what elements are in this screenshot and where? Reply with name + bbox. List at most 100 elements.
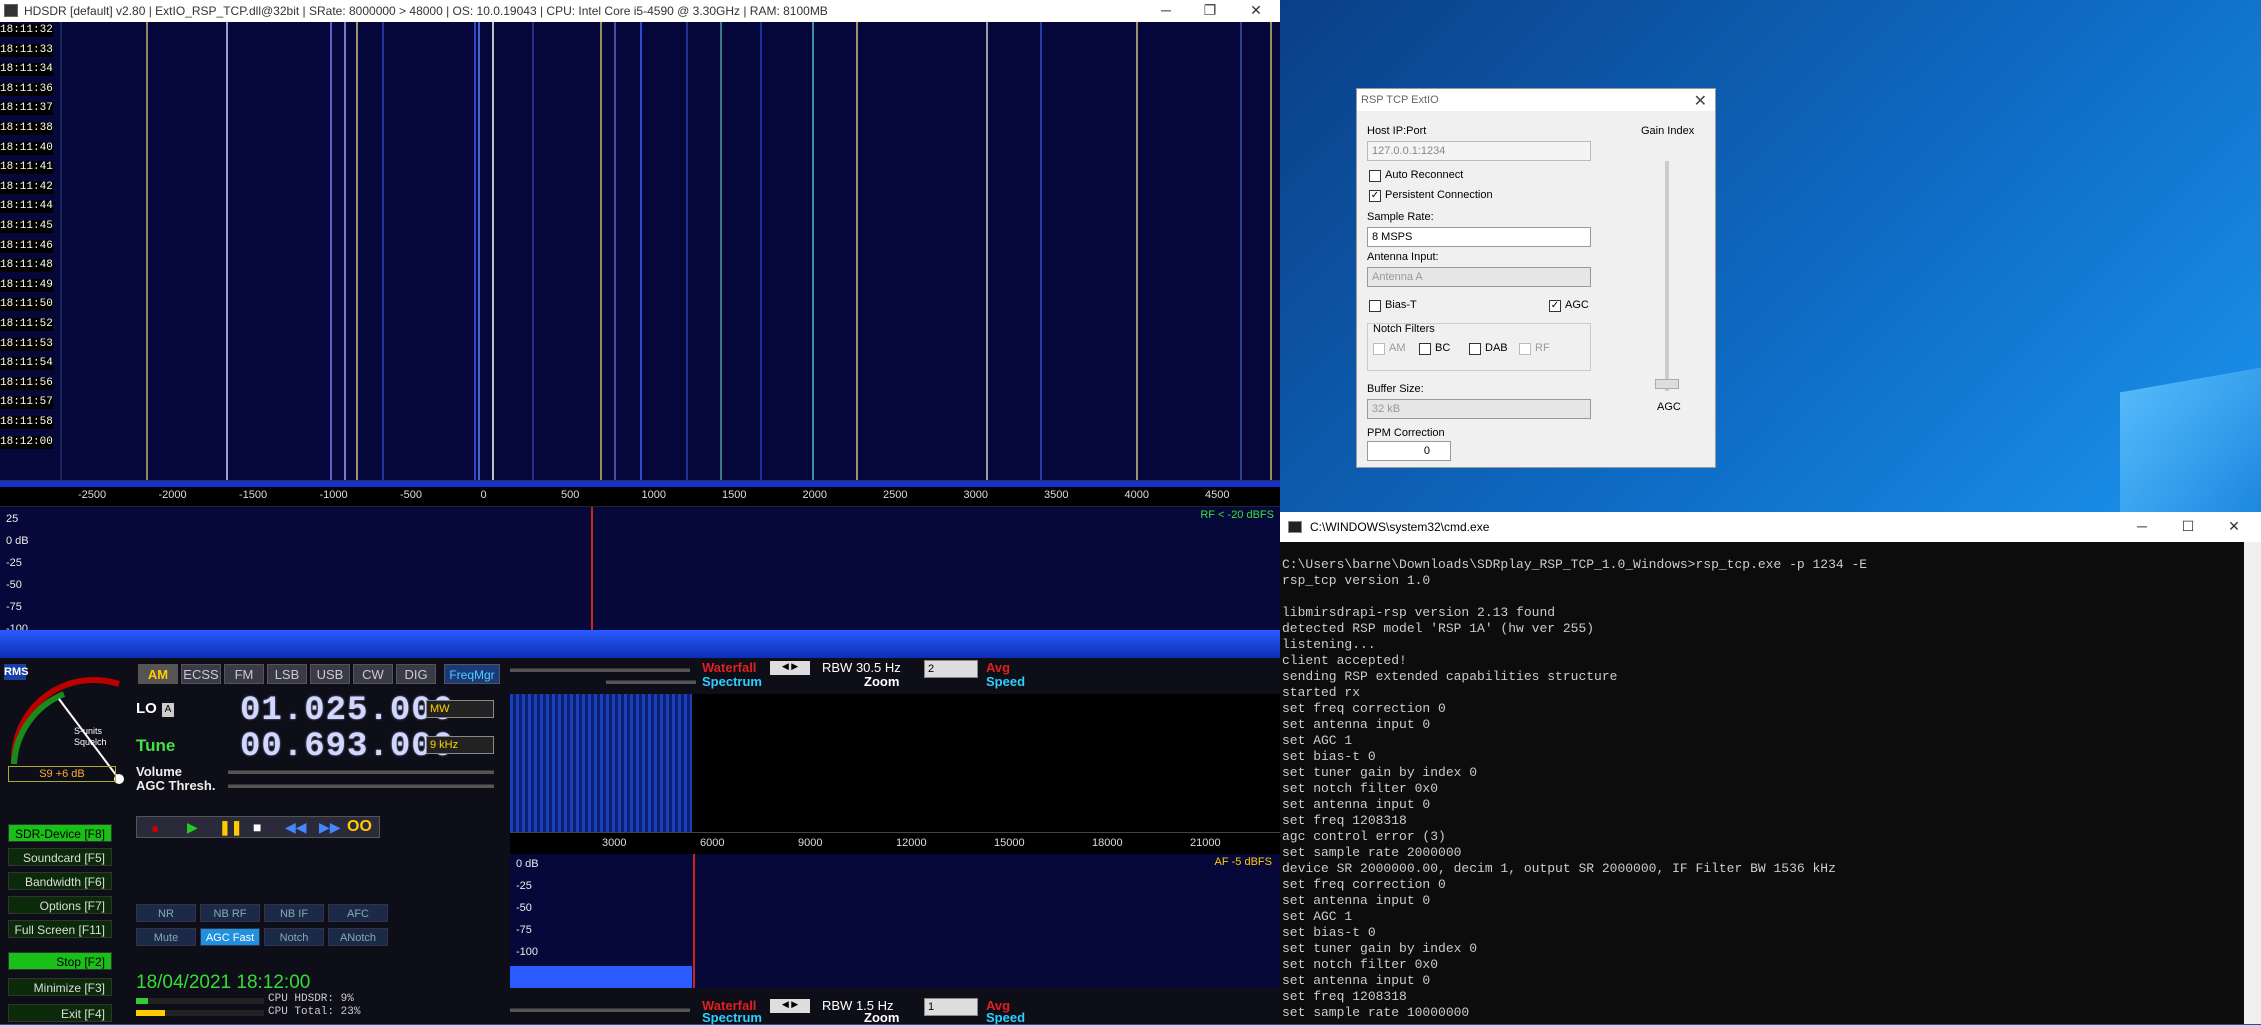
lo-vfo-badge[interactable]: A (162, 703, 174, 717)
close-icon[interactable]: ✕ (1236, 0, 1276, 22)
af-frequency-scale[interactable]: 3000 6000 9000 12000 15000 18000 21000 (510, 832, 1280, 854)
mode-button-usb[interactable]: USB (310, 664, 350, 684)
af-slider-1[interactable] (510, 668, 690, 672)
signal-trace (492, 22, 494, 480)
side-button[interactable]: Full Screen [F11] (8, 920, 112, 938)
minimize-icon[interactable]: ─ (1146, 0, 1186, 22)
signal-trace (226, 22, 228, 480)
dsp-button[interactable]: NR (136, 904, 196, 922)
signal-trace (330, 22, 332, 480)
avg-select[interactable]: 2 (924, 660, 978, 678)
minimize-icon[interactable]: ─ (2122, 516, 2162, 538)
notch-bc-checkbox[interactable] (1419, 343, 1431, 355)
signal-trace (474, 22, 476, 480)
dsp-button[interactable]: Notch (264, 928, 324, 946)
notch-rf-checkbox[interactable] (1519, 343, 1531, 355)
time-label: 18:11:36 (0, 82, 53, 96)
rbw-arrows-2[interactable]: ◀ ▶ (770, 999, 810, 1013)
rbw-arrows[interactable]: ◀ ▶ (770, 661, 810, 675)
gain-slider-thumb[interactable] (1655, 379, 1679, 389)
time-label: 18:11:37 (0, 102, 53, 116)
cpu-total-bar (136, 1010, 264, 1016)
agc-checkbox[interactable]: ✓ (1549, 300, 1561, 312)
freqmgr-button[interactable]: FreqMgr (444, 664, 500, 684)
dsp-button[interactable]: NB RF (200, 904, 260, 922)
persistent-checkbox[interactable]: ✓ (1369, 190, 1381, 202)
mode-button-am[interactable]: AM (138, 664, 178, 684)
auto-reconnect-checkbox[interactable] (1369, 170, 1381, 182)
rewind-icon[interactable]: ◀◀ (285, 819, 307, 836)
console-output[interactable]: C:\Users\barne\Downloads\SDRplay_RSP_TCP… (1282, 557, 1867, 1021)
lo-frequency[interactable]: 01.025.000 (240, 692, 454, 730)
avg-select-2[interactable]: 1 (924, 998, 978, 1016)
signal-trace (986, 22, 988, 480)
pause-icon[interactable]: ❚❚ (219, 819, 242, 836)
dsp-button[interactable]: ANotch (328, 928, 388, 946)
scrollbar[interactable] (2244, 542, 2261, 1024)
spectrum-label-2: Spectrum (702, 1010, 762, 1025)
af-level: -100 (516, 946, 539, 958)
mode-button-ecss[interactable]: ECSS (181, 664, 221, 684)
mode-button-dig[interactable]: DIG (396, 664, 436, 684)
antenna-select[interactable]: Antenna A (1367, 267, 1591, 287)
dsp-button[interactable]: Mute (136, 928, 196, 946)
cmd-icon (1288, 521, 1302, 533)
frequency-tick: 2000 (802, 489, 827, 501)
notch-am-checkbox[interactable] (1373, 343, 1385, 355)
agc-label: AGC (1565, 299, 1589, 311)
host-label: Host IP:Port (1367, 125, 1427, 137)
rf-frequency-scale[interactable]: -2500 -2000 -1500 -1000 -500 0 500 1000 1500 2000… (0, 480, 1280, 506)
play-icon[interactable]: ▶ (187, 819, 198, 836)
af-slider-2[interactable] (606, 680, 696, 684)
dsp-button[interactable]: AFC (328, 904, 388, 922)
side-button[interactable]: Exit [F4] (8, 1004, 112, 1022)
side-button[interactable]: SDR-Device [F8] (8, 824, 112, 842)
sample-rate-select[interactable]: 8 MSPS (1367, 227, 1591, 247)
close-icon[interactable]: ✕ (1694, 91, 1707, 111)
rf-waterfall[interactable]: 18:11:32 18:11:33 18:11:34 18:11:36 18:11:37… (0, 22, 1280, 480)
band-select[interactable]: MW (426, 700, 494, 718)
dsp-button[interactable]: NB IF (264, 904, 324, 922)
side-button[interactable]: Soundcard [F5] (8, 848, 112, 866)
buffer-select[interactable]: 32 kB (1367, 399, 1591, 419)
cmd-titlebar[interactable]: C:\WINDOWS\system32\cmd.exe ─ ☐ ✕ (1280, 512, 2261, 542)
close-icon[interactable]: ✕ (2214, 516, 2254, 538)
notch-dab-checkbox[interactable] (1469, 343, 1481, 355)
dsp-button[interactable]: AGC Fast (200, 928, 260, 946)
mode-button-cw[interactable]: CW (353, 664, 393, 684)
loop-icon[interactable]: OO (347, 818, 372, 836)
volume-slider[interactable] (228, 770, 494, 774)
maximize-icon[interactable]: ☐ (2168, 516, 2208, 538)
host-input[interactable]: 127.0.0.1:1234 (1367, 141, 1591, 161)
af-waterfall[interactable] (510, 694, 1280, 832)
restore-icon[interactable]: ❐ (1190, 0, 1230, 22)
af-frequency-tick: 3000 (602, 837, 627, 849)
bias-t-checkbox[interactable] (1369, 300, 1381, 312)
agc-thresh-slider[interactable] (228, 784, 494, 788)
side-button[interactable]: Stop [F2] (8, 952, 112, 970)
side-button[interactable]: Options [F7] (8, 896, 112, 914)
af-spectrum[interactable]: 0 dB-25-50-75-100-125 AF -5 dBFS (510, 854, 1280, 988)
signal-trace (1240, 22, 1242, 480)
signal-trace (478, 22, 480, 480)
cmd-title: C:\WINDOWS\system32\cmd.exe (1310, 520, 1490, 534)
forward-icon[interactable]: ▶▶ (319, 819, 341, 836)
mode-button-fm[interactable]: FM (224, 664, 264, 684)
hdsdr-titlebar[interactable]: HDSDR [default] v2.80 | ExtIO_RSP_TCP.dl… (0, 0, 1280, 22)
spectrum-level: 0 dB (6, 535, 29, 547)
record-icon[interactable]: ● (151, 820, 159, 836)
stop-icon[interactable]: ■ (253, 819, 261, 835)
waterfall-label: Waterfall (702, 660, 757, 675)
tune-frequency[interactable]: 00.693.000 (240, 728, 454, 766)
time-label: 18:11:42 (0, 180, 53, 194)
time-label: 18:11:38 (0, 122, 53, 135)
tune-step-select[interactable]: 9 kHz (426, 736, 494, 754)
mode-button-lsb[interactable]: LSB (267, 664, 307, 684)
rsp-titlebar[interactable]: RSP TCP ExtIO (1357, 89, 1715, 111)
rf-spectrum[interactable]: 25 0 dB -25 -50 -75 -100 RF < -20 dBFS (0, 506, 1280, 659)
ppm-input[interactable]: 0 (1367, 441, 1451, 461)
side-button[interactable]: Minimize [F3] (8, 978, 112, 996)
side-button[interactable]: Bandwidth [F6] (8, 872, 112, 890)
gain-slider-track[interactable] (1665, 161, 1669, 391)
af-slider-3[interactable] (510, 1008, 690, 1012)
